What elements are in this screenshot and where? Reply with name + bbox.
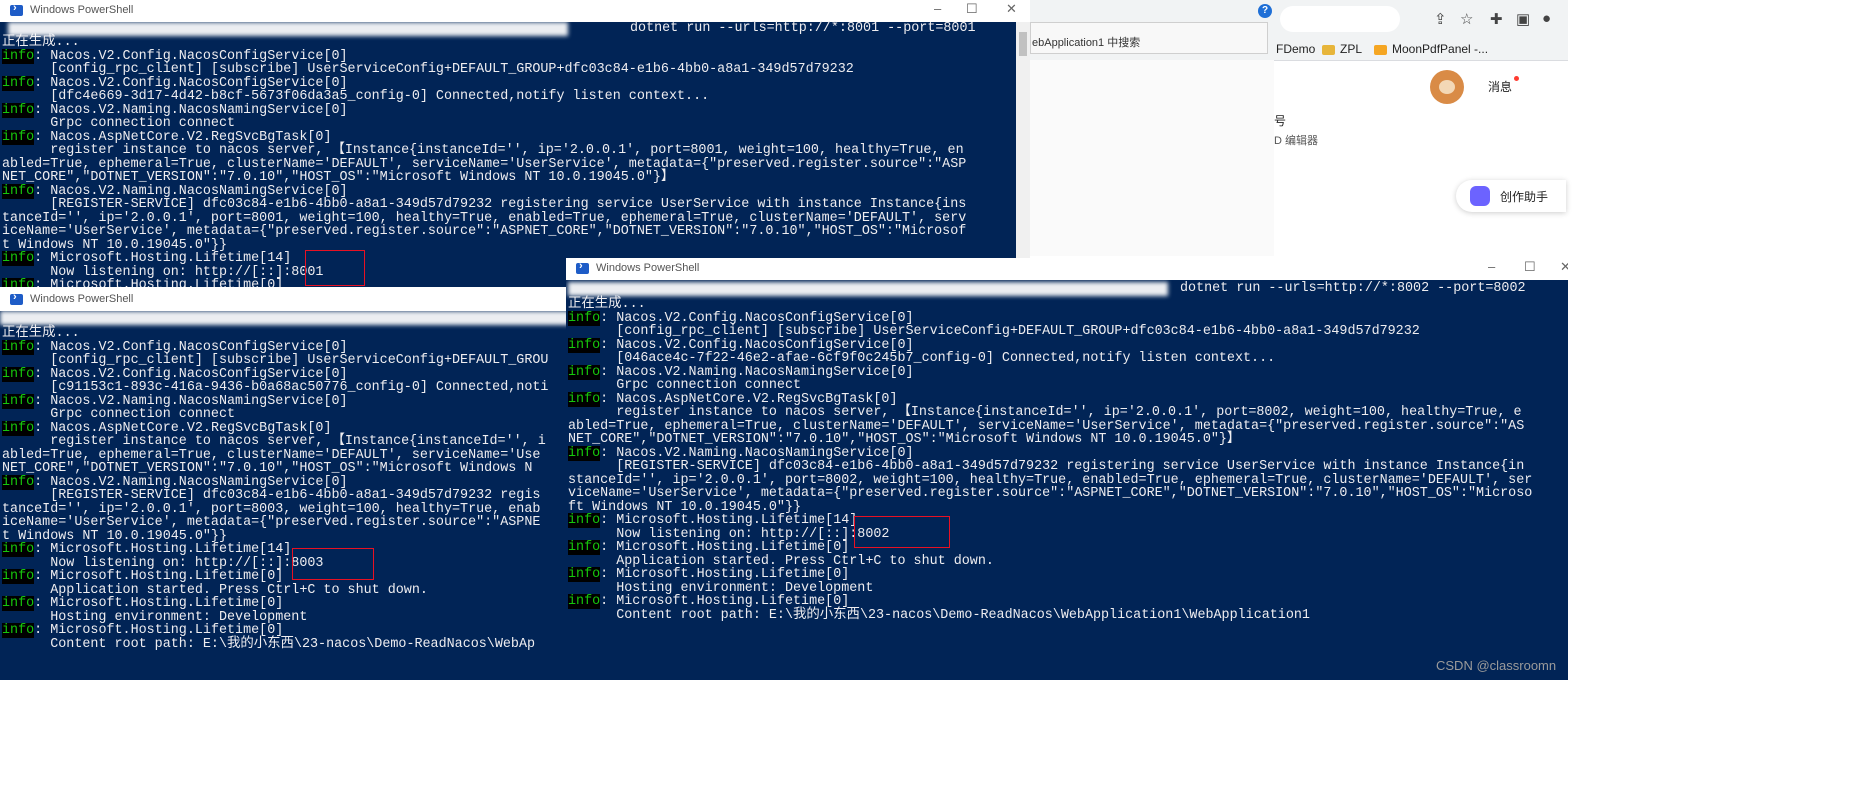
command-line: dotnet run --urls=http://*:8001 --port=8…	[630, 22, 976, 36]
powershell-window-8003: Windows PowerShell 正在生成...info: Nacos.V2…	[0, 289, 580, 680]
notification-dot	[1514, 76, 1519, 81]
page-area	[1030, 60, 1274, 256]
close-icon[interactable]: ✕	[1006, 1, 1017, 17]
side-subtitle: D 编辑器	[1274, 135, 1318, 147]
star-icon[interactable]: ☆	[1460, 10, 1473, 28]
window-title: Windows PowerShell	[30, 4, 134, 16]
minimize-icon[interactable]: –	[934, 1, 941, 16]
port-highlight-box	[305, 250, 365, 286]
log-level-tag: info	[2, 278, 35, 287]
creation-assistant-label: 创作助手	[1500, 190, 1549, 204]
console-output[interactable]: 正在生成... info: Nacos.V2.Config.NacosConfig…	[0, 22, 1030, 287]
redacted-path	[8, 22, 568, 36]
console-line: info: Microsoft.Hosting.Lifetime[0]	[2, 278, 284, 288]
help-icon[interactable]: ?	[1258, 4, 1272, 18]
log-message: Microsoft.Hosting.Lifetime[0]	[50, 278, 284, 288]
bookmark-zpl[interactable]: ZPL	[1322, 42, 1362, 56]
powershell-window-8002: Windows PowerShell – ☐ ✕ 正在生成...info: Na…	[566, 258, 1568, 680]
window-title: Windows PowerShell	[596, 262, 700, 274]
port-highlight-box	[854, 516, 950, 548]
address-bar[interactable]	[1280, 6, 1400, 32]
close-icon[interactable]: ✕	[1560, 259, 1568, 275]
powershell-window-8001: Windows PowerShell – ☐ ✕ 正在生成...info: Na…	[0, 0, 1030, 287]
bookmark-zpl-label: ZPL	[1340, 42, 1363, 56]
search-placeholder: ebApplication1 中搜索	[1032, 37, 1141, 49]
assistant-icon	[1470, 186, 1490, 206]
bookmark-fdemo[interactable]: FDemo	[1276, 42, 1315, 56]
side-title: 号	[1274, 114, 1287, 128]
log-message: Content root path: E:\我的小东西\23-nacos\Dem…	[2, 636, 536, 652]
watermark: CSDN @classroomn	[1436, 658, 1557, 673]
console-output[interactable]: 正在生成... info: Nacos.V2.Config.NacosConfig…	[566, 280, 1568, 680]
share-icon[interactable]: ⇪	[1434, 10, 1447, 28]
command-text: dotnet run --urls=http://*:8002 --port=8…	[1180, 281, 1526, 296]
profile-icon[interactable]: ●	[1542, 10, 1551, 27]
avatar[interactable]	[1430, 70, 1464, 104]
maximize-icon[interactable]: ☐	[966, 1, 978, 17]
extensions-icon[interactable]: ✚	[1490, 10, 1503, 28]
redacted-path	[0, 311, 570, 325]
window-title-bar[interactable]: Windows PowerShell – ☐ ✕	[0, 0, 1030, 22]
powershell-icon	[10, 291, 23, 305]
command-line: dotnet run --urls=http://*:8002 --port=8…	[1180, 282, 1526, 296]
scrollbar[interactable]	[1016, 22, 1030, 287]
window-title-bar[interactable]: Windows PowerShell	[0, 289, 580, 311]
console-line: Content root path: E:\我的小东西\23-nacos\Dem…	[2, 636, 536, 652]
port-highlight-box	[292, 548, 374, 580]
redacted-path	[568, 282, 1168, 296]
powershell-icon	[576, 260, 589, 274]
console-line: Content root path: E:\我的小东西\23-nacos\Dem…	[568, 607, 1310, 623]
command-text: dotnet run --urls=http://*:8001 --port=8…	[630, 21, 976, 36]
message-link[interactable]: 消息	[1488, 78, 1512, 95]
window-title: Windows PowerShell	[30, 293, 134, 305]
folder-icon	[1322, 44, 1335, 55]
bookmark-moonpdf-label: MoonPdfPanel -...	[1392, 42, 1489, 56]
scrollbar-thumb[interactable]	[1019, 32, 1027, 56]
creation-assistant-button[interactable]: 创作助手	[1456, 180, 1566, 212]
console-output[interactable]: 正在生成... info: Nacos.V2.Config.NacosConfig…	[0, 311, 580, 680]
maximize-icon[interactable]: ☐	[1524, 259, 1536, 275]
log-message: Content root path: E:\我的小东西\23-nacos\Dem…	[568, 607, 1310, 623]
bookmark-moonpdf[interactable]: MoonPdfPanel -...	[1374, 42, 1488, 56]
sidebar-icon[interactable]: ▣	[1516, 10, 1530, 28]
folder-icon	[1374, 44, 1387, 55]
minimize-icon[interactable]: –	[1488, 259, 1495, 274]
powershell-icon	[10, 2, 23, 16]
window-title-bar[interactable]: Windows PowerShell – ☐ ✕	[566, 258, 1568, 280]
